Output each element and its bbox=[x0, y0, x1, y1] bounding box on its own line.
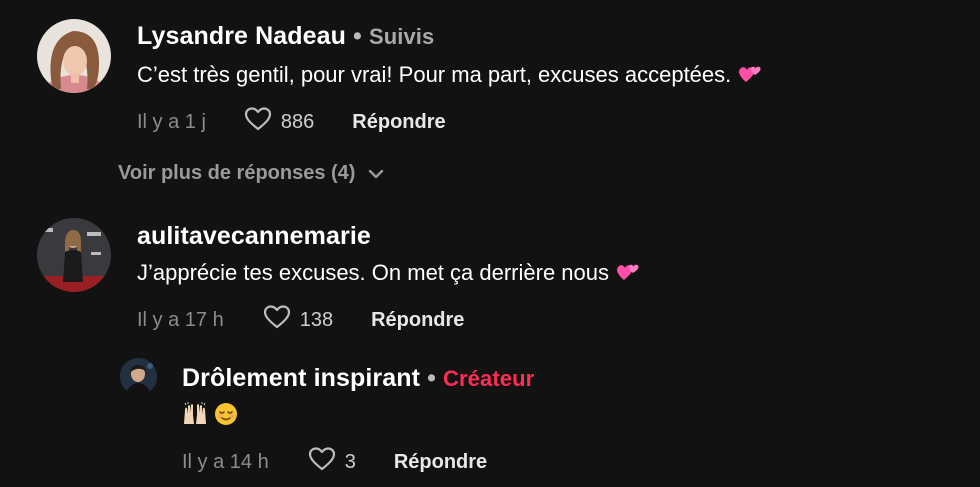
comment-username[interactable]: Drôlement inspirant • Créateur bbox=[182, 364, 534, 393]
heart-outline-icon bbox=[243, 106, 273, 138]
comments-panel: Lysandre Nadeau • Suivis C’est très gent… bbox=[0, 0, 980, 487]
comment-item: aulitavecannemarie J’apprécie tes excuse… bbox=[0, 200, 980, 340]
username-text: Lysandre Nadeau bbox=[137, 22, 346, 50]
comment-item: Lysandre Nadeau • Suivis C’est très gent… bbox=[0, 0, 980, 150]
comment-text-body: J’apprécie tes excuses. On met ça derriè… bbox=[137, 260, 610, 285]
reply-button[interactable]: Répondre bbox=[394, 451, 487, 474]
comment-time: Il y a 17 h bbox=[137, 308, 224, 331]
separator-dot: • bbox=[427, 364, 436, 392]
username-text: aulitavecannemarie bbox=[137, 222, 371, 250]
comment-username[interactable]: Lysandre Nadeau • Suivis bbox=[137, 22, 434, 51]
view-more-replies-button[interactable]: Voir plus de réponses (4) bbox=[118, 162, 385, 185]
comment-meta: Il y a 14 h 3 Répondre bbox=[182, 446, 487, 478]
relieved-face-emoji bbox=[214, 402, 238, 432]
like-button[interactable]: 3 bbox=[307, 446, 356, 478]
comment-text-body: C’est très gentil, pour vrai! Pour ma pa… bbox=[137, 62, 732, 87]
chevron-down-icon bbox=[367, 167, 385, 181]
avatar[interactable] bbox=[37, 218, 111, 292]
comment-text: C’est très gentil, pour vrai! Pour ma pa… bbox=[137, 62, 763, 90]
creator-badge: Créateur bbox=[443, 366, 535, 391]
view-more-replies-label: Voir plus de réponses (4) bbox=[118, 162, 356, 184]
two-hearts-emoji bbox=[615, 260, 641, 288]
avatar[interactable] bbox=[37, 19, 111, 93]
like-button[interactable]: 138 bbox=[262, 304, 333, 336]
like-count: 138 bbox=[299, 308, 334, 331]
comment-time: Il y a 14 h bbox=[182, 450, 269, 473]
comment-meta: Il y a 1 j 886 Répondre bbox=[137, 106, 446, 138]
like-count: 886 bbox=[280, 110, 315, 133]
avatar[interactable] bbox=[120, 358, 157, 395]
username-text: Drôlement inspirant bbox=[182, 364, 421, 392]
comment-text: J’apprécie tes excuses. On met ça derriè… bbox=[137, 260, 641, 288]
comment-username[interactable]: aulitavecannemarie bbox=[137, 222, 371, 251]
reply-item: Drôlement inspirant • Créateur Il y a 14… bbox=[0, 350, 980, 487]
reply-button[interactable]: Répondre bbox=[352, 111, 445, 134]
like-count: 3 bbox=[344, 450, 356, 473]
two-hearts-emoji bbox=[737, 62, 763, 90]
comment-time: Il y a 1 j bbox=[137, 110, 206, 133]
comment-text bbox=[182, 402, 238, 432]
comment-meta: Il y a 17 h 138 Répondre bbox=[137, 304, 464, 336]
reply-button[interactable]: Répondre bbox=[371, 309, 464, 332]
heart-outline-icon bbox=[307, 446, 337, 478]
following-badge: Suivis bbox=[368, 24, 435, 49]
separator-dot: • bbox=[353, 22, 362, 50]
like-button[interactable]: 886 bbox=[243, 106, 314, 138]
raising-hands-emoji bbox=[182, 402, 208, 432]
heart-outline-icon bbox=[262, 304, 292, 336]
